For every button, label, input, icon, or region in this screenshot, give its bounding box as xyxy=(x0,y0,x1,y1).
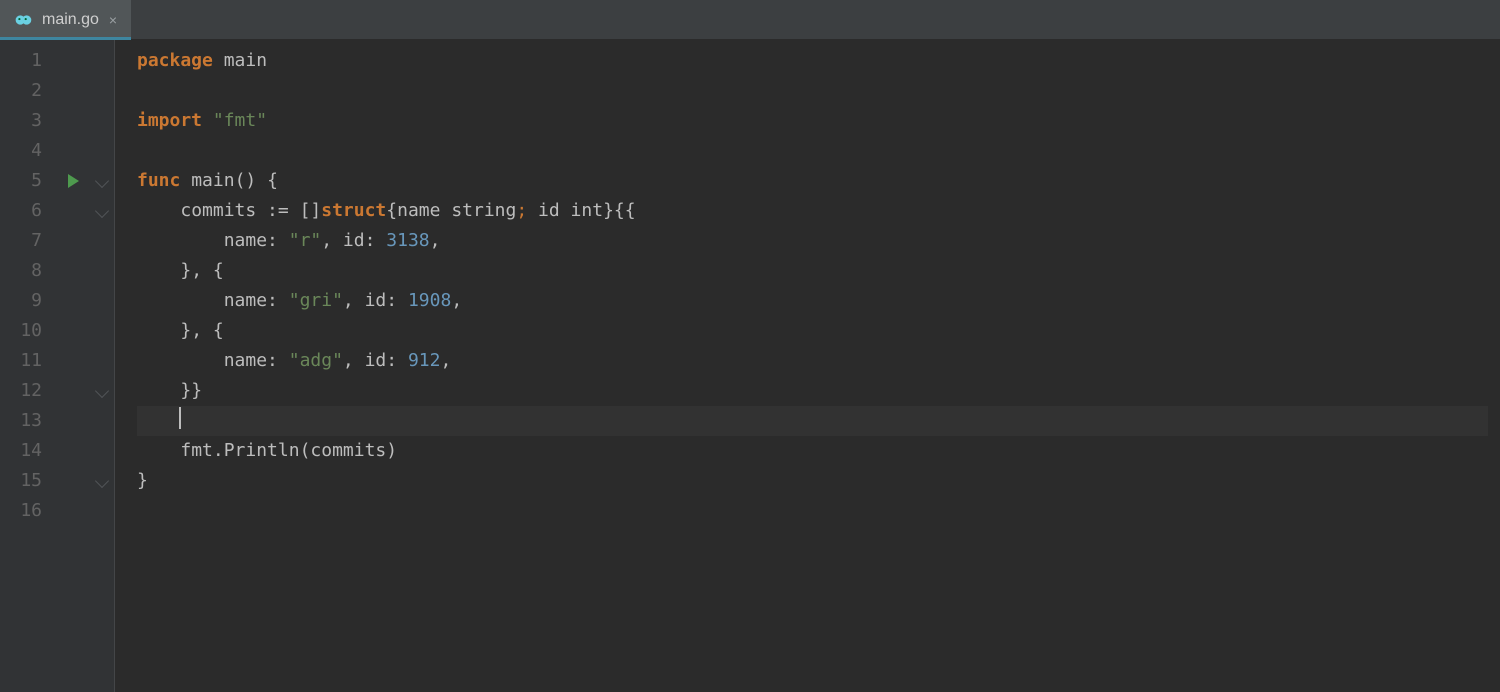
file-tab[interactable]: main.go × xyxy=(0,0,131,39)
code-line[interactable]: }, { xyxy=(137,256,1500,286)
gutter-row xyxy=(60,76,114,106)
line-number: 1 xyxy=(0,46,42,76)
line-number: 8 xyxy=(0,256,42,286)
line-number: 9 xyxy=(0,286,42,316)
code-line[interactable]: name: "gri", id: 1908, xyxy=(137,286,1500,316)
gutter-row xyxy=(60,346,114,376)
code-line[interactable]: }} xyxy=(137,376,1500,406)
line-number: 12 xyxy=(0,376,42,406)
gutter-row xyxy=(60,226,114,256)
line-number: 4 xyxy=(0,136,42,166)
code-line[interactable]: commits := []struct{name string; id int}… xyxy=(137,196,1500,226)
code-line[interactable]: name: "r", id: 3138, xyxy=(137,226,1500,256)
gutter-row xyxy=(60,136,114,166)
line-number: 14 xyxy=(0,436,42,466)
gutter-row xyxy=(60,316,114,346)
close-icon[interactable]: × xyxy=(109,12,117,28)
tab-filename: main.go xyxy=(42,11,99,29)
code-line[interactable]: fmt.Println(commits) xyxy=(137,436,1500,466)
fold-icon[interactable] xyxy=(95,384,109,398)
code-line[interactable]: } xyxy=(137,466,1500,496)
scrollbar[interactable] xyxy=(1488,40,1500,692)
gutter-row xyxy=(60,466,114,496)
gutter-icons xyxy=(60,40,114,692)
line-number: 13 xyxy=(0,406,42,436)
fold-icon[interactable] xyxy=(95,174,109,188)
gutter-row xyxy=(60,436,114,466)
code-line[interactable]: package main xyxy=(137,46,1500,76)
code-line[interactable]: name: "adg", id: 912, xyxy=(137,346,1500,376)
code-line[interactable]: }, { xyxy=(137,316,1500,346)
line-number: 2 xyxy=(0,76,42,106)
line-number: 7 xyxy=(0,226,42,256)
gutter-row xyxy=(60,496,114,526)
line-number: 15 xyxy=(0,466,42,496)
fold-icon[interactable] xyxy=(95,204,109,218)
text-cursor xyxy=(179,407,181,429)
gutter-row xyxy=(60,196,114,226)
run-icon[interactable] xyxy=(68,174,79,188)
line-number: 5 xyxy=(0,166,42,196)
line-number: 6 xyxy=(0,196,42,226)
tab-bar: main.go × xyxy=(0,0,1500,40)
go-file-icon xyxy=(14,13,32,27)
code-line[interactable]: func main() { xyxy=(137,166,1500,196)
gutter-row xyxy=(60,46,114,76)
code-line[interactable] xyxy=(137,76,1500,106)
fold-icon[interactable] xyxy=(95,474,109,488)
code-line[interactable]: import "fmt" xyxy=(137,106,1500,136)
line-number: 10 xyxy=(0,316,42,346)
gutter-row xyxy=(60,106,114,136)
line-number: 11 xyxy=(0,346,42,376)
line-number: 16 xyxy=(0,496,42,526)
code-editor[interactable]: 12345678910111213141516 package mainimpo… xyxy=(0,40,1500,692)
code-area[interactable]: package main import "fmt" func main() { co… xyxy=(114,40,1500,692)
line-number: 3 xyxy=(0,106,42,136)
code-line[interactable] xyxy=(137,136,1500,166)
gutter-row xyxy=(60,256,114,286)
code-line[interactable] xyxy=(137,406,1500,436)
line-number-gutter: 12345678910111213141516 xyxy=(0,40,60,692)
gutter-row xyxy=(60,376,114,406)
code-line[interactable] xyxy=(137,496,1500,526)
gutter-row xyxy=(60,166,114,196)
gutter-row xyxy=(60,406,114,436)
gutter-row xyxy=(60,286,114,316)
